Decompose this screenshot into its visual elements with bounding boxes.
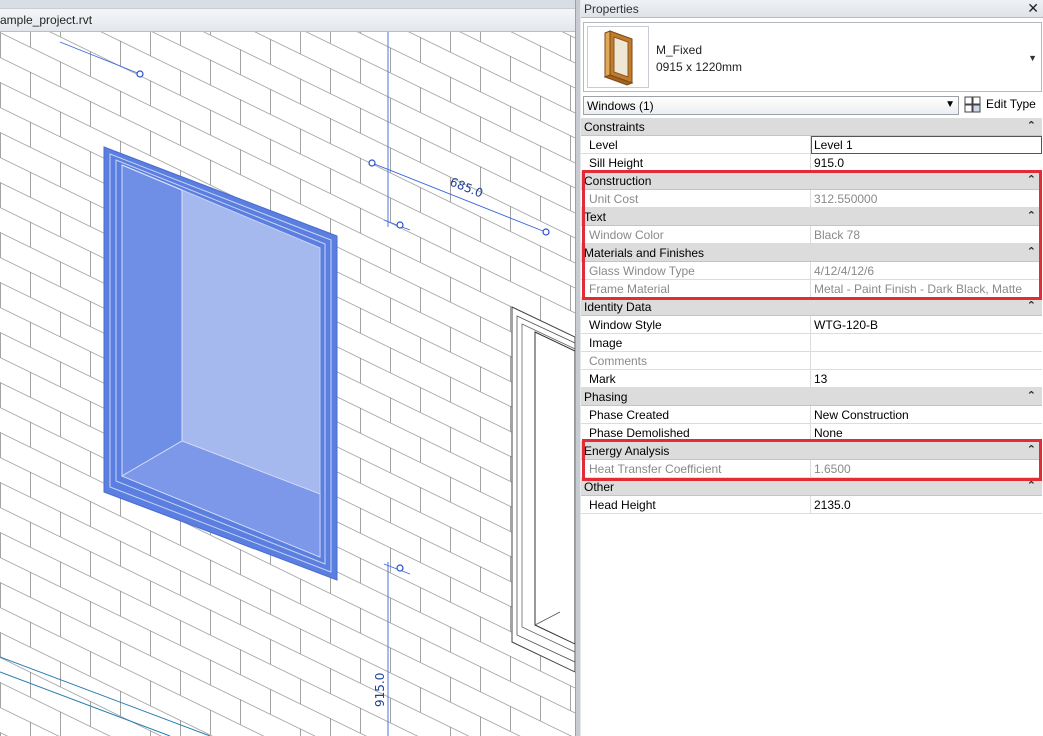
property-row: Mark 13 <box>581 370 1042 388</box>
property-name: Window Color <box>581 226 811 244</box>
type-size: 0915 x 1220mm <box>656 60 743 74</box>
dimension-label-915[interactable]: 915.0 <box>373 673 387 707</box>
property-row: Sill Height 915.0 <box>581 154 1042 172</box>
collapse-icon[interactable]: ⌃ <box>1027 172 1036 188</box>
group-construction[interactable]: Construction ⌃ <box>581 172 1042 190</box>
properties-title-bar: Properties ✕ <box>581 0 1043 18</box>
collapse-icon[interactable]: ⌃ <box>1027 244 1036 260</box>
view-tab[interactable]: ample_project.rvt <box>0 8 575 32</box>
property-value[interactable]: WTG-120-B <box>811 316 1042 334</box>
instance-filter-label: Windows (1) <box>587 99 654 113</box>
collapse-icon[interactable]: ⌃ <box>1027 388 1036 404</box>
property-name: Comments <box>581 352 811 370</box>
view-top-strip <box>0 0 575 8</box>
edit-type-button[interactable]: Edit Type <box>964 95 1042 115</box>
property-row: Phase Created New Construction <box>581 406 1042 424</box>
group-label: Text <box>584 210 607 224</box>
property-value: Black 78 <box>814 228 861 242</box>
property-row: Glass Window Type 4/12/4/12/6 <box>581 262 1042 280</box>
property-name: Window Style <box>581 316 811 334</box>
group-phasing[interactable]: Phasing ⌃ <box>581 388 1042 406</box>
property-row: Unit Cost 312.550000 <box>581 190 1042 208</box>
collapse-icon[interactable]: ⌃ <box>1027 478 1036 494</box>
properties-title: Properties <box>584 2 639 16</box>
group-label: Other <box>584 480 615 494</box>
property-row: Head Height 2135.0 <box>581 496 1042 514</box>
edit-type-label: Edit Type <box>986 97 1036 111</box>
group-label: Materials and Finishes <box>584 246 705 260</box>
collapse-icon[interactable]: ⌃ <box>1027 442 1036 458</box>
collapse-icon[interactable]: ⌃ <box>1027 208 1036 224</box>
property-name: Image <box>581 334 811 352</box>
property-row: Level Level 1 <box>581 136 1042 154</box>
property-name: Level <box>581 136 811 154</box>
property-name: Head Height <box>581 496 811 514</box>
property-name: Heat Transfer Coefficient <box>581 460 811 478</box>
window-thumbnail-icon <box>587 26 649 88</box>
window-right[interactable] <box>511 306 575 673</box>
property-row: Image <box>581 334 1042 352</box>
type-selector[interactable]: M_Fixed 0915 x 1220mm ▼ <box>583 22 1042 92</box>
group-label: Identity Data <box>584 300 652 314</box>
model-canvas[interactable]: 685.0 915.0 <box>0 32 575 736</box>
group-label: Energy Analysis <box>584 444 670 458</box>
group-label: Construction <box>584 174 652 188</box>
property-value <box>811 352 1042 370</box>
property-name: Sill Height <box>581 154 811 172</box>
property-value: 4/12/4/12/6 <box>814 264 875 278</box>
properties-palette: Properties ✕ M_Fixed 0915 x 1220mm ▼ Win… <box>581 0 1043 736</box>
property-value: Metal - Paint Finish - Dark Black, Matte <box>814 282 1023 296</box>
property-row: Comments <box>581 352 1042 370</box>
group-text[interactable]: Text ⌃ <box>581 208 1042 226</box>
property-name: Unit Cost <box>581 190 811 208</box>
collapse-icon[interactable]: ⌃ <box>1027 298 1036 314</box>
type-dropdown-arrow-icon[interactable]: ▼ <box>1028 53 1037 63</box>
view-tab-title: ample_project.rvt <box>0 13 93 27</box>
property-name: Glass Window Type <box>581 262 811 280</box>
property-row: Heat Transfer Coefficient 1.6500 <box>581 460 1042 478</box>
property-value[interactable]: None <box>811 424 1042 442</box>
property-value[interactable]: 915.0 <box>811 154 1042 172</box>
property-name: Phase Created <box>581 406 811 424</box>
model-viewport[interactable]: ample_project.rvt 685.0 915.0 <box>0 0 575 736</box>
property-value[interactable]: Level 1 <box>811 136 1042 154</box>
property-row: Frame Material Metal - Paint Finish - Dar… <box>581 280 1042 298</box>
close-icon[interactable]: ✕ <box>1027 0 1039 17</box>
edit-type-icon <box>964 96 981 113</box>
instance-filter-dropdown[interactable]: Windows (1) ▼ <box>583 96 959 115</box>
properties-grid: Constraints ⌃ Level Level 1 Sill Height 915.0… <box>581 118 1042 514</box>
property-value[interactable]: New Construction <box>811 406 1042 424</box>
property-value[interactable] <box>811 334 1042 352</box>
property-name: Mark <box>581 370 811 388</box>
chevron-down-icon: ▼ <box>945 99 955 110</box>
property-row: Window Color Black 78 <box>581 226 1042 244</box>
type-name: M_Fixed <box>656 43 703 57</box>
property-value[interactable]: 13 <box>811 370 1042 388</box>
property-value: 1.6500 <box>814 462 851 476</box>
group-identity-data[interactable]: Identity Data ⌃ <box>581 298 1042 316</box>
group-energy-analysis[interactable]: Energy Analysis ⌃ <box>581 442 1042 460</box>
property-name: Phase Demolished <box>581 424 811 442</box>
group-materials-and-finishes[interactable]: Materials and Finishes ⌃ <box>581 244 1042 262</box>
group-other[interactable]: Other ⌃ <box>581 478 1042 496</box>
property-row: Window Style WTG-120-B <box>581 316 1042 334</box>
group-label: Constraints <box>584 120 645 134</box>
group-constraints[interactable]: Constraints ⌃ <box>581 118 1042 136</box>
property-value[interactable]: 2135.0 <box>811 496 1042 514</box>
group-label: Phasing <box>584 390 628 404</box>
collapse-icon[interactable]: ⌃ <box>1027 118 1036 134</box>
property-row: Phase Demolished None <box>581 424 1042 442</box>
property-value: 312.550000 <box>814 192 878 206</box>
property-name: Frame Material <box>581 280 811 298</box>
